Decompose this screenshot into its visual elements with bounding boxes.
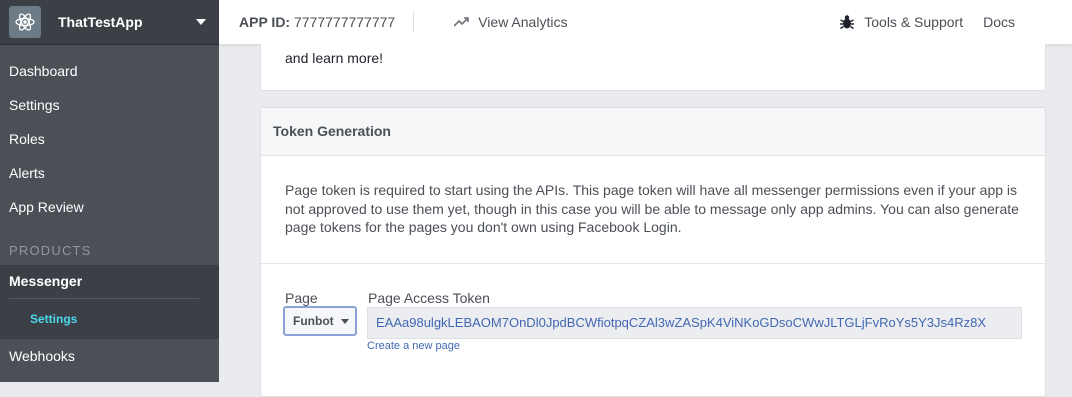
app-switcher[interactable]: ThatTestApp (0, 0, 219, 45)
sidebar-item-app-review[interactable]: App Review (0, 190, 219, 224)
sidebar-item-settings[interactable]: Settings (0, 88, 219, 122)
view-analytics-link[interactable]: View Analytics (454, 14, 567, 30)
app-id-label: APP ID: (239, 14, 291, 30)
sidebar-item-messenger[interactable]: Messenger (0, 265, 219, 298)
docs-link[interactable]: Docs (983, 14, 1015, 30)
bug-icon (840, 15, 855, 30)
page-select[interactable]: Funbot (283, 306, 357, 336)
trending-up-icon (454, 17, 470, 27)
app-id-value: 7777777777777 (293, 14, 396, 30)
top-bar: APP ID: 7777777777777 View Analytics Too… (219, 0, 1072, 45)
sidebar-item-webhooks[interactable]: Webhooks (0, 339, 219, 373)
divider (413, 11, 415, 33)
section-title: Token Generation (261, 108, 1045, 156)
token-description: Page token is required to start using th… (285, 182, 1019, 235)
sidebar-item-roles[interactable]: Roles (0, 122, 219, 156)
sidebar: ThatTestApp Dashboard Settings Roles Ale… (0, 0, 219, 382)
tools-support-label: Tools & Support (864, 14, 964, 30)
page-access-token-field[interactable]: EAAa98ulgkLEBAOM7OnDl0JpdBCWfiotpqCZAl3w… (367, 307, 1022, 339)
page-label: Page (285, 290, 318, 306)
products-heading: PRODUCTS (9, 243, 92, 258)
previous-section-card: and learn more! (260, 44, 1046, 91)
app-name: ThatTestApp (58, 14, 143, 30)
top-right-links: Tools & Support Docs (840, 14, 1015, 30)
atom-icon (9, 6, 41, 38)
create-new-page-link[interactable]: Create a new page (367, 340, 460, 352)
tools-support-link[interactable]: Tools & Support (840, 14, 963, 30)
app-id: APP ID: 7777777777777 (239, 14, 395, 30)
sidebar-subitem-messenger-settings[interactable]: Settings (0, 299, 219, 339)
section-text: and learn more! (285, 50, 384, 66)
caret-down-icon (340, 318, 349, 324)
page-select-value: Funbot (293, 314, 334, 328)
chevron-down-icon[interactable] (196, 19, 206, 25)
sidebar-item-dashboard[interactable]: Dashboard (0, 54, 219, 88)
token-generation-card: Token Generation Page token is required … (260, 107, 1046, 397)
view-analytics-label: View Analytics (478, 14, 568, 30)
sidebar-item-alerts[interactable]: Alerts (0, 156, 219, 190)
page-access-token-label: Page Access Token (368, 290, 490, 306)
messenger-product-group: Messenger Settings (0, 265, 219, 339)
